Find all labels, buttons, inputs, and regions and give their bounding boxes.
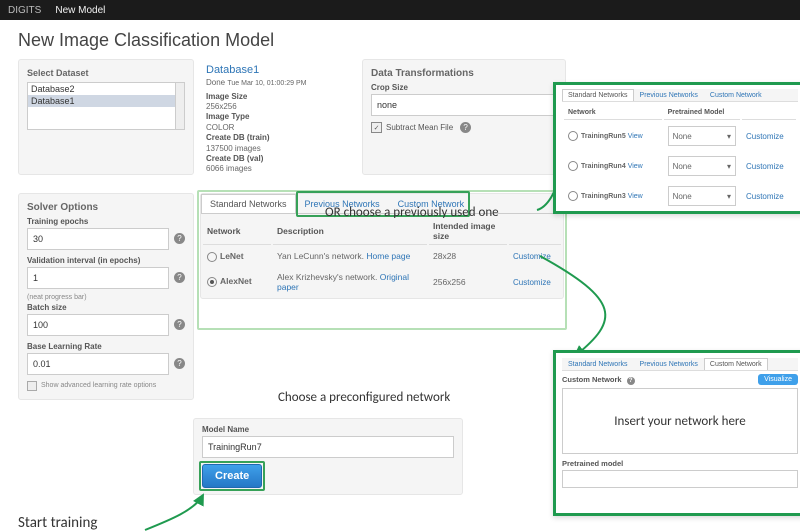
solver-panel: Solver Options Training epochs 30 ? Vali… bbox=[18, 193, 194, 400]
view-link[interactable]: View bbox=[628, 193, 643, 200]
dataset-done-line: Done Tue Mar 10, 01:00:29 PM bbox=[206, 78, 356, 88]
inset-prev-tabs: Standard Networks Previous Networks Cust… bbox=[562, 89, 798, 102]
table-row: AlexNet Alex Krizhevsky's network. Origi… bbox=[203, 268, 561, 296]
customize-link[interactable]: Customize bbox=[746, 132, 784, 141]
model-name-input[interactable]: TrainingRun7 bbox=[202, 436, 454, 458]
help-icon[interactable]: ? bbox=[460, 122, 471, 133]
caption-insert-network: Insert your network here bbox=[614, 414, 746, 429]
checkbox-icon[interactable]: ✓ bbox=[371, 122, 382, 133]
radio-icon[interactable] bbox=[568, 131, 578, 141]
caption-choose-pre: Choose a preconfigured network bbox=[278, 390, 450, 405]
customize-link[interactable]: Customize bbox=[746, 162, 784, 171]
crop-size-input[interactable]: none bbox=[371, 94, 557, 116]
table-row: LeNet Yan LeCunn's network. Home page 28… bbox=[203, 247, 561, 266]
customize-link[interactable]: Customize bbox=[513, 252, 551, 261]
help-icon[interactable]: ? bbox=[174, 319, 185, 330]
batch-label: Batch size bbox=[27, 303, 185, 312]
dataset-option[interactable]: Database2 bbox=[28, 83, 184, 95]
help-icon[interactable]: ? bbox=[174, 358, 185, 369]
th-network: Network bbox=[203, 218, 271, 245]
model-name-label: Model Name bbox=[202, 425, 454, 434]
help-icon[interactable]: ? bbox=[627, 377, 635, 385]
chevron-down-icon: ▾ bbox=[727, 192, 731, 201]
visualize-button[interactable]: Visualize bbox=[758, 374, 798, 385]
view-link[interactable]: View bbox=[628, 133, 643, 140]
table-row: TrainingRun3 View None▾ Customize bbox=[564, 182, 796, 210]
pretrained-select[interactable]: None▾ bbox=[668, 126, 736, 146]
data-transforms-panel: Data Transformations Crop Size none ✓ Su… bbox=[362, 59, 566, 175]
tab-standard-networks[interactable]: Standard Networks bbox=[562, 89, 634, 101]
network-section: Standard Networks Previous Networks Cust… bbox=[200, 193, 564, 400]
radio-icon[interactable] bbox=[207, 277, 217, 287]
inset-custom-tabs: Standard Networks Previous Networks Cust… bbox=[562, 358, 798, 371]
lr-label: Base Learning Rate bbox=[27, 342, 185, 351]
tab-custom-network[interactable]: Custom Network bbox=[704, 358, 768, 370]
customize-link[interactable]: Customize bbox=[513, 278, 551, 287]
data-transforms-title: Data Transformations bbox=[371, 68, 557, 79]
tab-previous-networks[interactable]: Previous Networks bbox=[634, 89, 704, 101]
val-interval-input[interactable]: 1 bbox=[27, 267, 169, 289]
view-link[interactable]: View bbox=[628, 163, 643, 170]
help-icon[interactable]: ? bbox=[174, 233, 185, 244]
caption-or-prev: OR choose a previously used one bbox=[325, 205, 499, 220]
pretrained-model-input[interactable] bbox=[562, 470, 798, 488]
epochs-label: Training epochs bbox=[27, 217, 185, 226]
chevron-down-icon: ▾ bbox=[727, 132, 731, 141]
th-size: Intended image size bbox=[429, 218, 507, 245]
tab-previous-networks[interactable]: Previous Networks bbox=[634, 358, 704, 370]
adv-lr-row[interactable]: Show advanced learning rate options bbox=[27, 381, 185, 391]
desc-link[interactable]: Home page bbox=[366, 251, 410, 261]
nav-new-model[interactable]: New Model bbox=[49, 2, 111, 19]
select-dataset-panel: Select Dataset Database2 Database1 bbox=[18, 59, 194, 175]
checkbox-icon[interactable] bbox=[27, 381, 37, 391]
progress-note: (neat progress bar) bbox=[27, 294, 185, 301]
network-table: Network Description Intended image size … bbox=[201, 216, 563, 298]
select-dataset-title: Select Dataset bbox=[27, 68, 185, 78]
chevron-down-icon: ▾ bbox=[727, 162, 731, 171]
radio-icon[interactable] bbox=[207, 252, 217, 262]
brand-logo[interactable]: DIGITS bbox=[8, 5, 41, 16]
model-name-section: Model Name TrainingRun7 Create bbox=[193, 418, 463, 495]
create-button[interactable]: Create bbox=[202, 464, 262, 488]
th-description: Description bbox=[273, 218, 427, 245]
subtract-mean-label: Subtract Mean File bbox=[386, 123, 453, 132]
table-row: TrainingRun5 View None▾ Customize bbox=[564, 122, 796, 150]
custom-network-title: Custom Network ? bbox=[562, 375, 635, 385]
dataset-listbox[interactable]: Database2 Database1 bbox=[27, 82, 185, 130]
caption-start-training: Start training bbox=[18, 514, 97, 532]
page-title: New Image Classification Model bbox=[18, 30, 800, 51]
val-interval-label: Validation interval (in epochs) bbox=[27, 256, 185, 265]
lr-input[interactable]: 0.01 bbox=[27, 353, 169, 375]
inset-previous-networks: Standard Networks Previous Networks Cust… bbox=[553, 82, 800, 214]
create-wrap: Create bbox=[202, 464, 262, 488]
tab-standard-networks[interactable]: Standard Networks bbox=[201, 194, 296, 213]
pretrained-select[interactable]: None▾ bbox=[668, 186, 736, 206]
radio-icon[interactable] bbox=[568, 191, 578, 201]
radio-icon[interactable] bbox=[568, 161, 578, 171]
crop-size-label: Crop Size bbox=[371, 83, 557, 92]
dataset-info-panel: Database1 Done Tue Mar 10, 01:00:29 PM I… bbox=[200, 59, 356, 175]
custom-network-textarea[interactable]: Insert your network here bbox=[562, 388, 798, 454]
dataset-option[interactable]: Database1 bbox=[28, 95, 184, 107]
tab-custom-network[interactable]: Custom Network bbox=[704, 89, 768, 101]
epochs-input[interactable]: 30 bbox=[27, 228, 169, 250]
tab-standard-networks[interactable]: Standard Networks bbox=[562, 358, 634, 370]
table-row: TrainingRun4 View None▾ Customize bbox=[564, 152, 796, 180]
pretrained-model-label: Pretrained model bbox=[562, 459, 798, 468]
top-nav: DIGITS New Model bbox=[0, 0, 800, 20]
dataset-info-title[interactable]: Database1 bbox=[206, 63, 356, 77]
adv-lr-label: Show advanced learning rate options bbox=[41, 382, 156, 389]
subtract-mean-row[interactable]: ✓ Subtract Mean File ? bbox=[371, 122, 557, 133]
th-network: Network bbox=[564, 106, 662, 120]
help-icon[interactable]: ? bbox=[174, 272, 185, 283]
batch-input[interactable]: 100 bbox=[27, 314, 169, 336]
inset-custom-network: Standard Networks Previous Networks Cust… bbox=[553, 350, 800, 516]
customize-link[interactable]: Customize bbox=[746, 192, 784, 201]
solver-title: Solver Options bbox=[27, 202, 185, 213]
model-name-panel: Model Name TrainingRun7 Create bbox=[193, 418, 463, 495]
th-pretrained: Pretrained Model bbox=[664, 106, 740, 120]
pretrained-select[interactable]: None▾ bbox=[668, 156, 736, 176]
